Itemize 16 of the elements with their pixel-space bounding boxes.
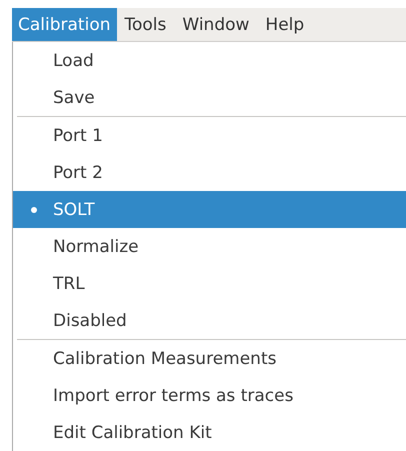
menu-item[interactable]: SOLT: [13, 191, 406, 228]
menu-item[interactable]: TRL: [13, 265, 406, 302]
radio-dot-icon: [31, 207, 37, 213]
menu-bar-item[interactable]: Tools: [116, 8, 174, 41]
menu-item[interactable]: Edit Calibration Kit: [13, 414, 406, 451]
menu-item[interactable]: Normalize: [13, 228, 406, 265]
menu-item[interactable]: Disabled: [13, 302, 406, 339]
menu-item[interactable]: Save: [13, 79, 406, 116]
menu-bar-item[interactable]: Window: [174, 8, 258, 41]
menu-item[interactable]: Port 1: [13, 117, 406, 154]
menu-item[interactable]: Calibration Measurements: [13, 340, 406, 377]
menu-item[interactable]: Port 2: [13, 154, 406, 191]
menu-item[interactable]: Load: [13, 42, 406, 79]
menu-bar-item[interactable]: Calibration: [12, 8, 116, 41]
menu-item[interactable]: Import error terms as traces: [13, 377, 406, 414]
menu-bar-item[interactable]: Help: [257, 8, 312, 41]
